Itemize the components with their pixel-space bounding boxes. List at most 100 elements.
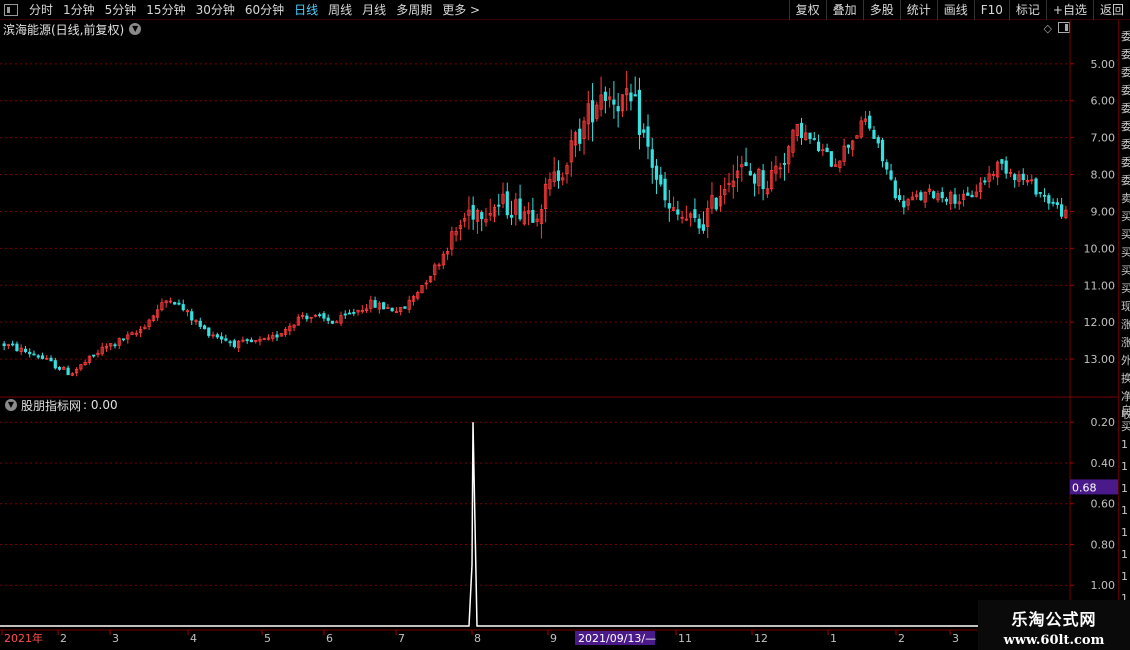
sidebar-label: 买 [1121, 280, 1130, 296]
candle-body [748, 170, 752, 176]
candle-body [893, 180, 897, 199]
candle-body [181, 304, 185, 311]
candle-body [330, 320, 335, 324]
x-tick-label: 12 [754, 632, 768, 645]
watermark-title: 乐淘公式网 [1011, 610, 1097, 629]
sidebar-label: 买 [1121, 418, 1130, 434]
candle-body [1051, 201, 1055, 204]
sidebar-label: 委 [1121, 46, 1130, 62]
candle-body [889, 170, 893, 180]
candle-body [633, 94, 637, 97]
candle-body [11, 343, 15, 346]
candle-body [940, 191, 944, 199]
x-tick-label: 4 [190, 632, 197, 645]
candle-body [637, 89, 642, 135]
candle-body [944, 198, 949, 202]
sidebar-label: 委 [1121, 118, 1130, 134]
candle-body [868, 115, 872, 129]
candle-body [612, 99, 616, 105]
sidebar-label: 委 [1121, 154, 1130, 170]
candle-body [190, 311, 194, 321]
sidebar-label: 委 [1121, 136, 1130, 152]
candle-body [403, 306, 407, 309]
current-value-label: 0.68 [1072, 481, 1097, 494]
candle-body [228, 341, 232, 344]
sidebar-label: 1 [1121, 504, 1128, 517]
candle-body [616, 106, 620, 112]
x-tick-label: 3 [952, 632, 959, 645]
candle-body [897, 195, 902, 201]
sidebar-label: 卖 [1121, 190, 1130, 206]
candlestick-series [2, 70, 1068, 377]
chevron-down-icon[interactable]: ▼ [5, 399, 17, 411]
candle-body [1021, 173, 1025, 180]
candle-body [382, 302, 386, 310]
candle-body [744, 162, 748, 167]
candle-body [177, 302, 181, 305]
y-tick-label: 8.00 [1091, 169, 1116, 182]
y-tick-label: 1.00 [1091, 579, 1116, 592]
candle-body [326, 317, 330, 321]
candle-body [701, 224, 706, 231]
chart-canvas[interactable]: 13.0012.0011.0010.009.008.007.006.005.00… [0, 0, 1118, 650]
candle-body [53, 360, 57, 369]
candle-body [880, 139, 885, 162]
y-tick-label: 0.20 [1091, 416, 1116, 429]
sidebar-label: 委 [1121, 28, 1130, 44]
candle-body [207, 327, 211, 336]
candle-body [1004, 160, 1008, 174]
candle-body [667, 203, 671, 209]
candle-body [2, 343, 6, 347]
sidebar-label: 买 [1121, 262, 1130, 278]
candle-body [518, 198, 522, 220]
candle-body [1055, 202, 1059, 205]
watermark: 乐淘公式网 www.60lt.com [978, 600, 1130, 650]
sidebar-label: 委 [1121, 100, 1130, 116]
candle-body [249, 339, 254, 343]
candle-body [846, 144, 851, 148]
sidebar-label: 自 [1121, 402, 1130, 418]
x-tick-label: 2021年 [4, 631, 43, 645]
candle-body [1013, 174, 1017, 181]
candle-body [752, 174, 757, 184]
candle-body [113, 344, 117, 347]
candle-body [885, 162, 889, 170]
sidebar-label: 1 [1121, 438, 1128, 451]
indicator-title: 股朋指标网 [21, 398, 82, 413]
candle-body [590, 100, 595, 123]
candle-body [970, 194, 974, 198]
candle-body [876, 137, 880, 144]
candle-body [1060, 204, 1064, 217]
sidebar-label: 换 [1121, 370, 1130, 386]
x-tick-label: 9 [550, 632, 557, 645]
main-y-axis: 13.00 12.00 11.00 10.00 9.00 8.00 7.00 6.00 5.00 [1070, 58, 1115, 366]
candle-body [872, 129, 876, 139]
candle-body [57, 367, 62, 370]
sidebar-label: 外 [1121, 352, 1130, 368]
candle-body [697, 218, 701, 229]
candle-body [603, 91, 607, 101]
candle-body [1047, 195, 1051, 204]
sidebar-label: 买 [1121, 226, 1130, 242]
candle-body [28, 351, 32, 355]
candle-body [36, 355, 40, 358]
candle-body [245, 339, 249, 342]
candle-body [829, 151, 833, 167]
y-tick-label: 10.00 [1084, 242, 1116, 255]
candle-body [173, 302, 177, 305]
candle-body [932, 191, 936, 199]
sidebar-label: 1 [1121, 482, 1128, 495]
y-tick-label: 0.40 [1091, 457, 1116, 470]
y-tick-label: 11.00 [1084, 279, 1116, 292]
candle-body [578, 128, 582, 144]
indicator-series [0, 422, 1068, 627]
y-tick-label: 0.60 [1091, 498, 1116, 511]
cursor-date-label: 2021/09/13/— [578, 632, 656, 645]
x-tick-label: 3 [112, 632, 119, 645]
candle-body [761, 170, 765, 190]
candle-body [1042, 194, 1047, 197]
indicator-line [0, 422, 1068, 627]
candle-body [305, 315, 309, 320]
candle-body [1038, 192, 1042, 194]
candle-body [92, 354, 96, 357]
